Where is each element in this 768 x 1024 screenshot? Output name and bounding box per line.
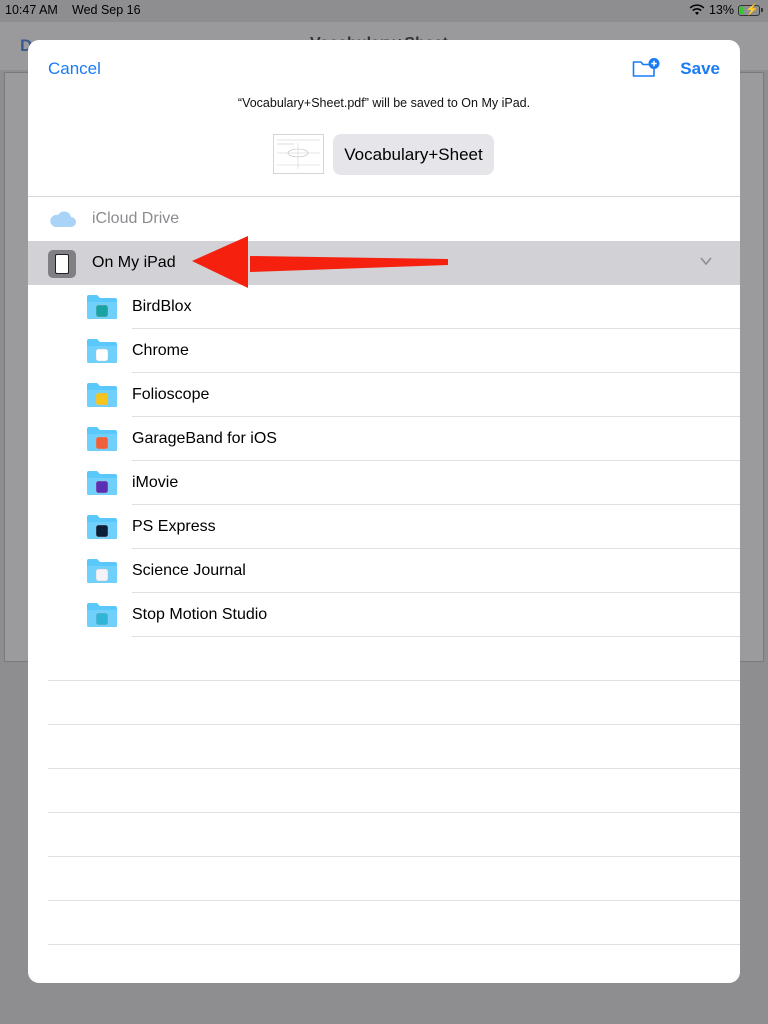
empty-row-line bbox=[48, 900, 740, 901]
ipad-icon bbox=[48, 250, 76, 278]
cancel-button[interactable]: Cancel bbox=[48, 59, 101, 79]
save-location-message: “Vocabulary+Sheet.pdf” will be saved to … bbox=[237, 96, 531, 110]
file-name-field[interactable]: Vocabulary+Sheet bbox=[333, 134, 494, 175]
icloud-icon bbox=[50, 211, 76, 227]
empty-row-line bbox=[48, 944, 740, 945]
folder-icon bbox=[87, 471, 117, 495]
location-label: iCloud Drive bbox=[92, 210, 180, 227]
empty-row-line bbox=[48, 680, 740, 681]
folder-label: iMovie bbox=[132, 474, 179, 491]
folder-row[interactable]: BirdBlox bbox=[28, 285, 740, 329]
row-separator bbox=[132, 636, 740, 637]
save-button[interactable]: Save bbox=[680, 59, 720, 79]
folder-row[interactable]: Chrome bbox=[28, 329, 740, 373]
empty-row-line bbox=[48, 724, 740, 725]
battery-percent: 13% bbox=[708, 3, 734, 17]
folder-row[interactable]: Folioscope bbox=[28, 373, 740, 417]
folder-label: Science Journal bbox=[132, 562, 246, 579]
folder-icon bbox=[87, 559, 117, 583]
location-label: On My iPad bbox=[92, 254, 176, 271]
document-thumbnail bbox=[273, 134, 324, 174]
folder-icon bbox=[87, 339, 117, 363]
folder-label: PS Express bbox=[132, 518, 216, 535]
status-bar: 10:47 AM Wed Sep 16 13% ⚡ bbox=[0, 0, 768, 22]
folder-row[interactable]: Stop Motion Studio bbox=[28, 593, 740, 637]
folder-label: Stop Motion Studio bbox=[132, 606, 268, 623]
save-sheet: Cancel Save “Vocabulary+Sheet.pdf” will … bbox=[28, 40, 740, 983]
battery-icon: ⚡ bbox=[738, 4, 763, 16]
folder-icon bbox=[87, 603, 117, 627]
folder-row[interactable]: GarageBand for iOS bbox=[28, 417, 740, 461]
folder-icon bbox=[87, 427, 117, 451]
folder-icon bbox=[87, 295, 117, 319]
folder-label: Folioscope bbox=[132, 386, 210, 403]
document-preview-icon bbox=[277, 139, 320, 169]
folder-label: BirdBlox bbox=[132, 298, 192, 315]
wifi-icon bbox=[689, 4, 705, 15]
red-arrow-annotation bbox=[192, 236, 448, 288]
empty-row-line bbox=[48, 768, 740, 769]
folder-icon bbox=[87, 383, 117, 407]
status-right: 13% ⚡ bbox=[689, 3, 763, 17]
status-date: Wed Sep 16 bbox=[72, 3, 141, 17]
status-time: 10:47 AM bbox=[5, 3, 58, 17]
folder-plus-icon[interactable] bbox=[632, 58, 660, 78]
folder-label: Chrome bbox=[132, 342, 189, 359]
folder-row[interactable]: iMovie bbox=[28, 461, 740, 505]
empty-row-line bbox=[48, 812, 740, 813]
folder-row[interactable]: PS Express bbox=[28, 505, 740, 549]
chevron-down-icon[interactable] bbox=[699, 254, 713, 268]
folder-row[interactable]: Science Journal bbox=[28, 549, 740, 593]
folder-icon bbox=[87, 515, 117, 539]
empty-row-line bbox=[48, 856, 740, 857]
folder-label: GarageBand for iOS bbox=[132, 430, 277, 447]
